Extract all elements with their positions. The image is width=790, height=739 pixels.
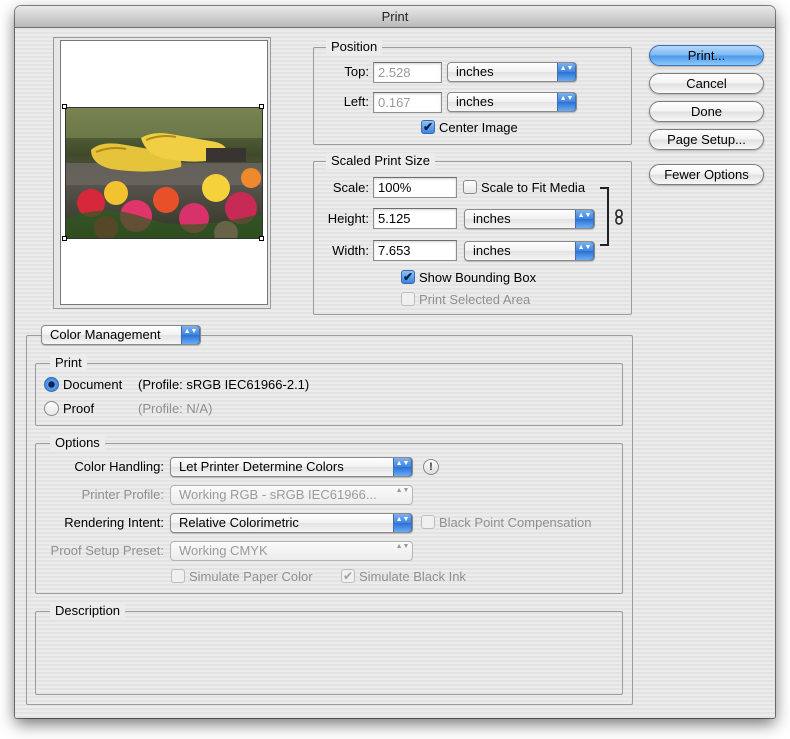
proof-setup-label: Proof Setup Preset:	[50, 543, 164, 558]
options-subgroup-legend: Options	[50, 435, 105, 451]
color-management-value: Color Management	[50, 327, 161, 342]
fewer-options-button[interactable]: Fewer Options	[649, 164, 764, 185]
image-preview[interactable]	[65, 107, 263, 239]
print-selected-area-label: Print Selected Area	[419, 292, 531, 307]
done-button[interactable]: Done	[649, 101, 764, 122]
rendering-intent-popup[interactable]: Relative Colorimetric ▲▼	[170, 513, 413, 533]
popup-arrows-icon: ▲▼	[181, 326, 200, 344]
popup-arrows-icon: ▲▼	[395, 487, 410, 494]
height-label: Height:	[327, 211, 369, 226]
color-handling-label: Color Handling:	[74, 459, 164, 474]
top-field[interactable]: 2.528	[373, 62, 442, 83]
top-unit-popup[interactable]: inches ▲▼	[447, 62, 577, 82]
width-unit-value: inches	[473, 243, 511, 258]
proof-setup-popup[interactable]: Working CMYK ▲▼	[170, 541, 413, 561]
scale-to-fit-checkbox[interactable]	[463, 180, 477, 194]
center-image-checkbox[interactable]: ✔	[421, 120, 435, 134]
rendering-intent-label: Rendering Intent:	[64, 515, 164, 530]
info-icon[interactable]: !	[423, 459, 439, 475]
print-selected-area-checkbox[interactable]	[401, 292, 415, 306]
bounding-box-handle[interactable]	[259, 104, 264, 109]
center-image-label: Center Image	[439, 120, 518, 135]
top-unit-value: inches	[456, 64, 494, 79]
color-handling-value: Let Printer Determine Colors	[179, 459, 344, 474]
simulate-black-label: Simulate Black Ink	[359, 569, 466, 584]
print-subgroup-legend: Print	[50, 355, 87, 371]
left-unit-popup[interactable]: inches ▲▼	[447, 92, 577, 112]
width-unit-popup[interactable]: inches ▲▼	[464, 241, 595, 261]
popup-arrows-icon: ▲▼	[557, 63, 576, 81]
popup-arrows-icon: ▲▼	[395, 543, 410, 550]
window-title: Print	[15, 6, 775, 28]
position-legend: Position	[326, 39, 383, 55]
print-button[interactable]: Print...	[649, 45, 764, 66]
scale-field[interactable]: 100%	[373, 177, 457, 198]
cancel-button[interactable]: Cancel	[649, 73, 764, 94]
width-field[interactable]: 7.653	[373, 240, 457, 261]
simulate-black-checkbox[interactable]: ✔	[341, 569, 355, 583]
simulate-paper-label: Simulate Paper Color	[189, 569, 313, 584]
bounding-box-handle[interactable]	[259, 236, 264, 241]
popup-arrows-icon: ▲▼	[575, 242, 594, 260]
popup-arrows-icon: ▲▼	[393, 514, 412, 532]
color-handling-popup[interactable]: Let Printer Determine Colors ▲▼	[170, 457, 413, 477]
printer-profile-label: Printer Profile:	[81, 487, 164, 502]
width-label: Width:	[332, 243, 369, 258]
proof-radio[interactable]	[44, 401, 59, 416]
link-chain-icon[interactable]	[613, 209, 625, 225]
printer-profile-popup[interactable]: Working RGB - sRGB IEC61966... ▲▼	[170, 485, 413, 505]
printer-profile-value: Working RGB - sRGB IEC61966...	[179, 487, 377, 502]
popup-arrows-icon: ▲▼	[393, 458, 412, 476]
document-profile: (Profile: sRGB IEC61966-2.1)	[138, 377, 310, 392]
left-unit-value: inches	[456, 94, 494, 109]
show-bounding-box-checkbox[interactable]: ✔	[401, 270, 415, 284]
scale-label: Scale:	[332, 180, 369, 195]
popup-arrows-icon: ▲▼	[575, 210, 594, 228]
popup-arrows-icon: ▲▼	[557, 93, 576, 111]
scaled-print-size-legend: Scaled Print Size	[326, 153, 435, 169]
scale-to-fit-label: Scale to Fit Media	[481, 180, 586, 195]
document-label: Document	[63, 377, 123, 392]
proof-label: Proof	[63, 401, 95, 416]
document-radio[interactable]	[44, 377, 59, 392]
left-label: Left:	[343, 94, 369, 109]
proportion-bracket	[600, 187, 609, 246]
color-management-popup[interactable]: Color Management ▲▼	[41, 325, 201, 345]
proof-setup-value: Working CMYK	[179, 543, 268, 558]
height-unit-value: inches	[473, 211, 511, 226]
rendering-intent-value: Relative Colorimetric	[179, 515, 299, 530]
bounding-box-handle[interactable]	[62, 236, 67, 241]
proof-profile: (Profile: N/A)	[138, 401, 213, 416]
black-point-label: Black Point Compensation	[439, 515, 592, 530]
print-subgroup: Print	[35, 355, 623, 426]
show-bounding-box-label: Show Bounding Box	[419, 270, 537, 285]
bounding-box-handle[interactable]	[62, 104, 67, 109]
height-field[interactable]: 5.125	[373, 208, 457, 229]
description-legend: Description	[50, 603, 126, 619]
simulate-paper-checkbox[interactable]	[171, 569, 185, 583]
left-field[interactable]: 0.167	[373, 92, 442, 113]
top-label: Top:	[344, 64, 369, 79]
print-dialog: Print Position Top: 2.528 inches ▲▼ Left…	[15, 6, 775, 718]
page-setup-button[interactable]: Page Setup...	[649, 129, 764, 150]
black-point-checkbox[interactable]	[421, 515, 435, 529]
description-subgroup: Description	[35, 603, 623, 695]
height-unit-popup[interactable]: inches ▲▼	[464, 209, 595, 229]
